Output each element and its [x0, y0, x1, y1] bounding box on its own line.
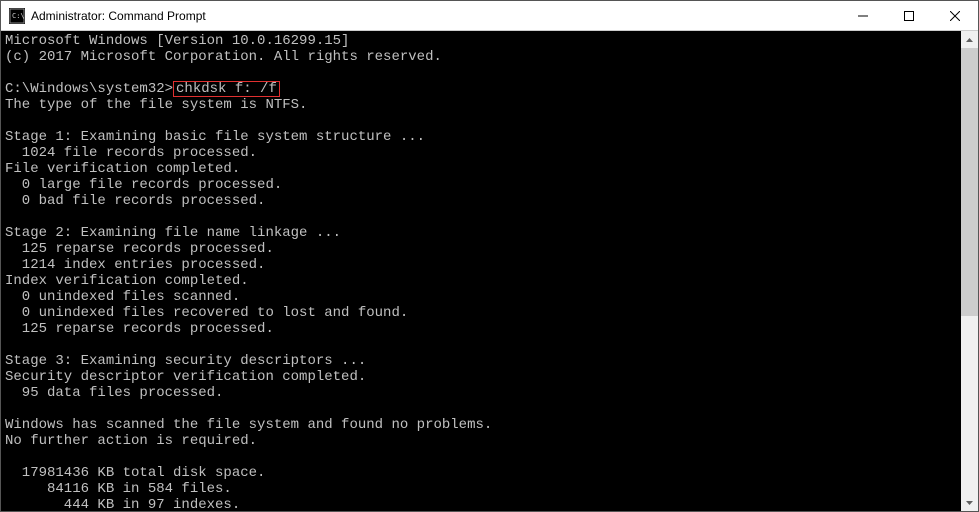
- terminal-line: [5, 337, 961, 353]
- scroll-thumb[interactable]: [961, 48, 978, 316]
- terminal-line: 0 unindexed files recovered to lost and …: [5, 305, 961, 321]
- scroll-up-arrow[interactable]: [961, 31, 978, 48]
- titlebar[interactable]: C:\ Administrator: Command Prompt: [1, 1, 978, 31]
- terminal-line: 1214 index entries processed.: [5, 257, 961, 273]
- terminal-line: Security descriptor verification complet…: [5, 369, 961, 385]
- terminal-line: No further action is required.: [5, 433, 961, 449]
- vertical-scrollbar[interactable]: [961, 31, 978, 511]
- terminal-line: [5, 113, 961, 129]
- terminal-line: [5, 401, 961, 417]
- svg-text:C:\: C:\: [12, 12, 25, 20]
- terminal-line: 125 reparse records processed.: [5, 321, 961, 337]
- terminal-line: Stage 3: Examining security descriptors …: [5, 353, 961, 369]
- terminal-line: C:\Windows\system32>chkdsk f: /f: [5, 81, 961, 97]
- terminal-line: (c) 2017 Microsoft Corporation. All righ…: [5, 49, 961, 65]
- terminal-line: Windows has scanned the file system and …: [5, 417, 961, 433]
- terminal-line: File verification completed.: [5, 161, 961, 177]
- scroll-track[interactable]: [961, 48, 978, 494]
- terminal-line: 95 data files processed.: [5, 385, 961, 401]
- terminal-line: Stage 1: Examining basic file system str…: [5, 129, 961, 145]
- terminal-line: Microsoft Windows [Version 10.0.16299.15…: [5, 33, 961, 49]
- terminal-line: Index verification completed.: [5, 273, 961, 289]
- terminal-line: Stage 2: Examining file name linkage ...: [5, 225, 961, 241]
- cmd-icon: C:\: [9, 8, 25, 24]
- terminal-line: 0 large file records processed.: [5, 177, 961, 193]
- terminal-line: [5, 209, 961, 225]
- terminal-line: 0 bad file records processed.: [5, 193, 961, 209]
- terminal-line: [5, 449, 961, 465]
- terminal-line: 1024 file records processed.: [5, 145, 961, 161]
- scroll-down-arrow[interactable]: [961, 494, 978, 511]
- terminal-line: The type of the file system is NTFS.: [5, 97, 961, 113]
- close-button[interactable]: [932, 1, 978, 31]
- terminal-line: 125 reparse records processed.: [5, 241, 961, 257]
- terminal-line: 444 KB in 97 indexes.: [5, 497, 961, 511]
- maximize-button[interactable]: [886, 1, 932, 31]
- terminal-output[interactable]: Microsoft Windows [Version 10.0.16299.15…: [1, 31, 961, 511]
- window-title: Administrator: Command Prompt: [31, 9, 206, 23]
- terminal-line: [5, 65, 961, 81]
- terminal-line: 0 unindexed files scanned.: [5, 289, 961, 305]
- prompt-prefix: C:\Windows\system32>: [5, 81, 173, 97]
- terminal-line: 17981436 KB total disk space.: [5, 465, 961, 481]
- client-area: Microsoft Windows [Version 10.0.16299.15…: [1, 31, 978, 511]
- terminal-line: 84116 KB in 584 files.: [5, 481, 961, 497]
- minimize-button[interactable]: [840, 1, 886, 31]
- typed-command: chkdsk f: /f: [173, 81, 280, 97]
